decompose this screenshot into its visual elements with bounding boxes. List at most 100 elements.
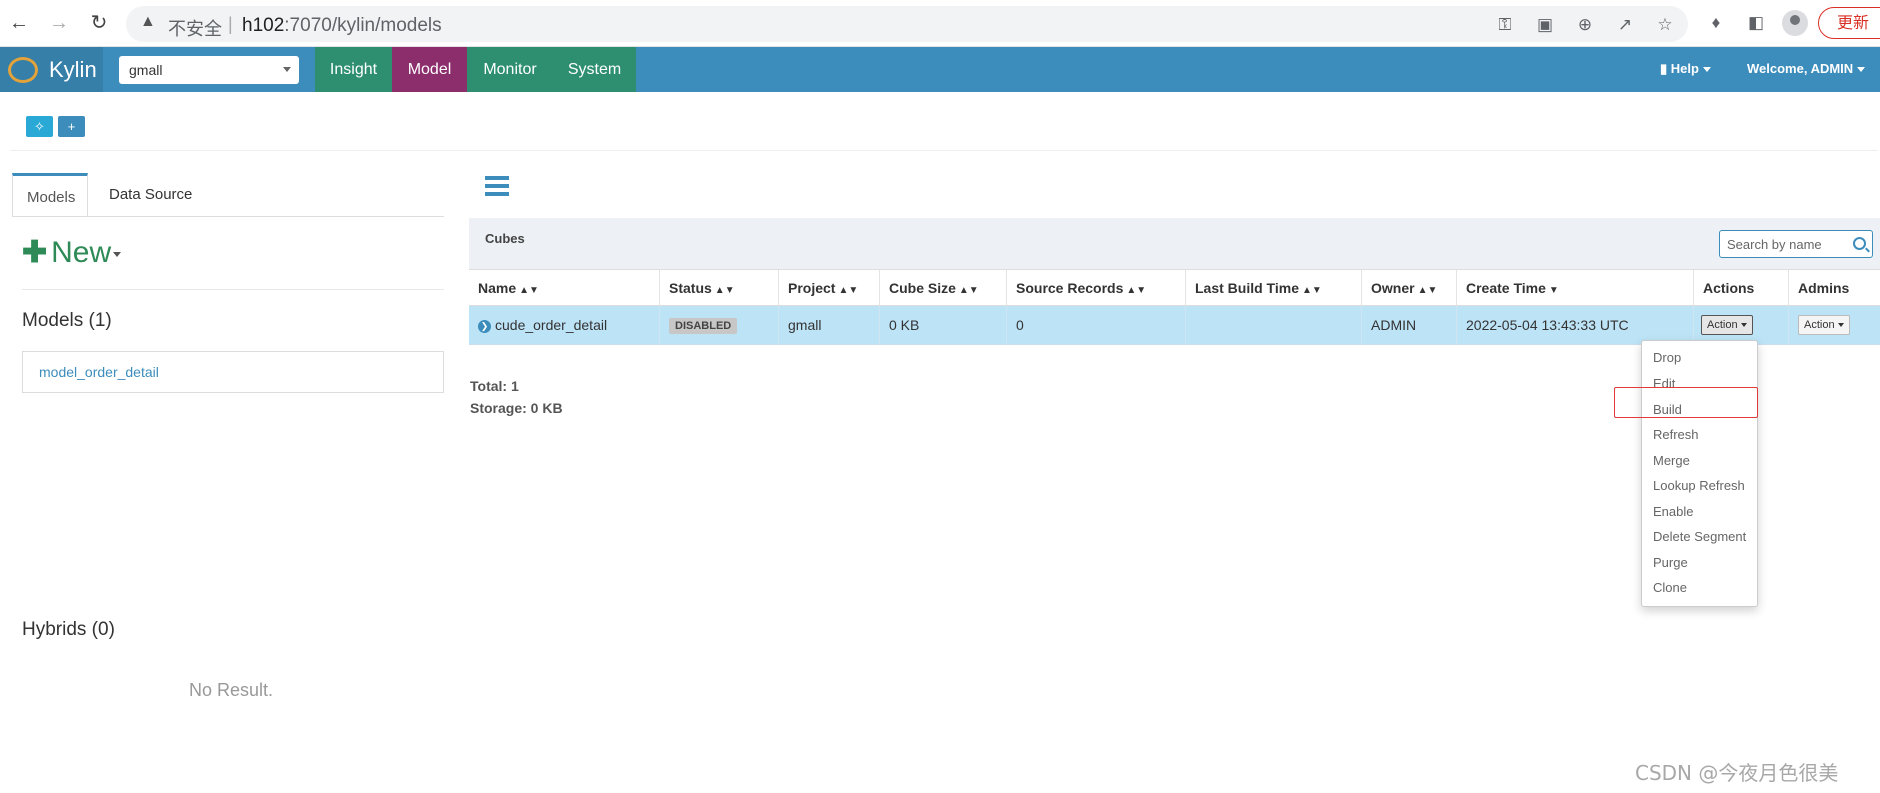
zoom-icon[interactable]: ⊕ [1574,15,1596,35]
top-navbar: Kylin gmall Insight Model Monitor System… [0,47,1880,92]
admin-action-button[interactable]: Action [1798,315,1850,335]
extensions-icon[interactable]: ♦ [1705,12,1727,34]
brand-name: Kylin [49,57,97,82]
back-icon[interactable]: ← [7,11,31,35]
search-icon[interactable] [1853,237,1866,250]
menu-item-refresh[interactable]: Refresh [1653,427,1699,442]
key-icon[interactable]: ⚿ [1494,15,1516,35]
col-cube-size[interactable]: Cube Size ▲▼ [880,270,1007,307]
menu-item-enable[interactable]: Enable [1653,504,1693,519]
col-create-time[interactable]: Create Time ▼ [1457,270,1694,307]
star-icon[interactable]: ☆ [1654,15,1676,35]
model-link[interactable]: model_order_detail [39,364,159,380]
help-label: Help [1670,61,1699,76]
plus-icon: ✚ [22,236,48,269]
menu-icon[interactable] [485,176,509,196]
col-source-records[interactable]: Source Records ▲▼ [1007,270,1186,307]
divider: | [228,14,233,34]
col-status[interactable]: Status ▲▼ [660,270,779,307]
address-bar[interactable]: ▲ 不安全 | h102:7070/kylin/models ⚿ ▣ ⊕ ↗ ☆ [126,6,1688,42]
share-icon[interactable]: ↗ [1614,15,1636,35]
project-select[interactable]: gmall [119,56,299,84]
column-header-label: Status [669,280,712,296]
nav-monitor[interactable]: Monitor [467,47,553,92]
cell-admins: Action [1789,306,1880,345]
cubes-header: Cubes Search by name [469,218,1880,269]
profile-avatar[interactable] [1782,10,1808,36]
browser-toolbar: ← → ↻ ▲ 不安全 | h102:7070/kylin/models ⚿ ▣… [0,0,1880,47]
action-button[interactable]: Action [1701,315,1753,335]
url-path: :7070/kylin/models [284,15,442,36]
col-name[interactable]: Name ▲▼ [469,270,660,307]
divider [10,150,1878,151]
user-menu[interactable]: Welcome, ADMIN [1747,61,1866,76]
col-actions: Actions [1694,270,1789,307]
plus-icon[interactable]: + [58,116,85,137]
sort-icon: ▲▼ [958,285,979,296]
nav-model[interactable]: Model [392,47,467,92]
chevron-down-icon [1740,323,1747,328]
chevron-down-icon [1857,67,1866,73]
highlight-annotation [1614,387,1758,418]
kylin-logo-icon [8,57,38,83]
admin-action-label: Action [1804,319,1835,331]
warning-icon: ▲ [140,13,156,30]
col-last-build-time[interactable]: Last Build Time ▲▼ [1186,270,1362,307]
column-header-label: Admins [1798,280,1850,296]
column-header-label: Actions [1703,280,1755,296]
list-item[interactable]: model_order_detail [22,351,444,393]
total-count: Total: 1 [470,378,519,394]
tab-underline [12,216,444,217]
new-label: New [51,236,112,269]
menu-item-drop[interactable]: Drop [1653,350,1681,365]
menu-item-clone[interactable]: Clone [1653,580,1687,595]
url-host: h102 [242,15,285,36]
cubes-title: Cubes [485,231,525,246]
column-header-label: Last Build Time [1195,280,1299,296]
search-input[interactable]: Search by name [1719,230,1873,258]
cell-owner: ADMIN [1362,306,1457,345]
col-owner[interactable]: Owner ▲▼ [1362,270,1457,307]
cube-name: cude_order_detail [495,317,608,333]
nav-system[interactable]: System [553,47,636,92]
help-menu[interactable]: ▮ Help [1660,61,1711,77]
translate-icon[interactable]: ▣ [1534,15,1556,35]
menu-item-purge[interactable]: Purge [1653,555,1688,570]
sort-icon: ▲▼ [714,285,735,296]
table-header: Name ▲▼ Status ▲▼ Project ▲▼ Cube Size ▲▼ So… [469,269,1880,307]
chevron-right-icon[interactable]: ❯ [478,320,491,333]
sort-icon: ▲▼ [519,285,539,296]
welcome-label: Welcome, ADMIN [1747,61,1854,76]
column-header-label: Cube Size [889,280,956,296]
tab-data-source[interactable]: Data Source [109,173,209,217]
hybrids-title: Hybrids (0) [22,619,115,640]
tab-models[interactable]: Models [12,173,88,217]
brand[interactable]: Kylin [0,47,103,92]
cubes-icon[interactable]: ✧ [26,116,53,137]
reload-icon[interactable]: ↻ [87,11,111,35]
sidepanel-icon[interactable]: ◧ [1745,12,1767,34]
menu-item-delete-segment[interactable]: Delete Segment [1653,529,1746,544]
new-button[interactable]: ✚ New [22,235,122,270]
models-title: Models (1) [22,310,112,331]
column-header-label: Create Time [1466,280,1546,296]
sort-icon: ▲▼ [1417,285,1438,296]
forward-icon[interactable]: → [47,11,71,35]
update-button[interactable]: 更新 [1818,7,1880,39]
insecure-label: 不安全 [168,19,222,40]
divider [22,289,444,290]
action-label: Action [1707,319,1738,331]
sort-icon: ▲▼ [1301,285,1322,296]
cell-last-build-time [1186,306,1362,345]
col-admins: Admins [1789,270,1880,307]
col-project[interactable]: Project ▲▼ [779,270,880,307]
column-header-label: Source Records [1016,280,1124,296]
cell-project: gmall [779,306,880,345]
menu-item-lookup-refresh[interactable]: Lookup Refresh [1653,478,1745,493]
cell-name[interactable]: ❯ cude_order_detail [469,306,660,345]
menu-item-merge[interactable]: Merge [1653,453,1690,468]
status-badge: DISABLED [669,318,738,334]
project-select-value: gmall [129,62,163,78]
chevron-down-icon [1702,67,1711,73]
nav-insight[interactable]: Insight [315,47,392,92]
